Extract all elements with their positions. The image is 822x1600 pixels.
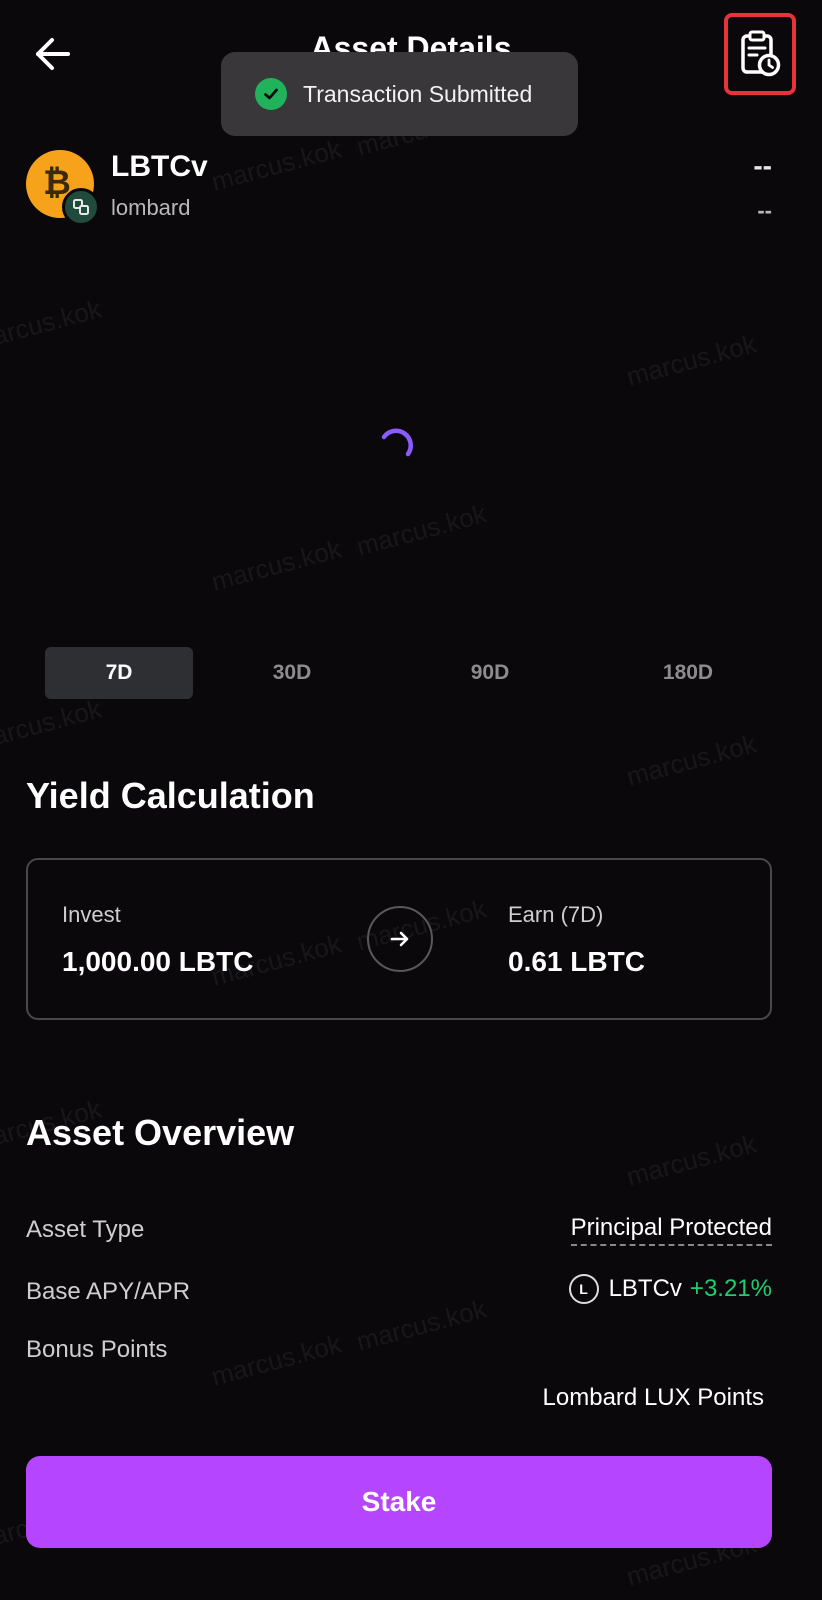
watermark: marcus.kok (208, 133, 345, 197)
watermark: marcus.kok (208, 1328, 345, 1392)
asset-change: -- (757, 198, 772, 223)
asset-type-value[interactable]: Principal Protected (570, 1214, 772, 1246)
tab-90d[interactable]: 90D (391, 647, 589, 699)
watermark: marcus.kok (353, 1293, 490, 1357)
tab-7d[interactable]: 7D (45, 647, 193, 699)
screen: marcus.kok marcus.kok marcus.kok marcus.… (0, 0, 822, 1600)
earn-value: 0.61 LBTC (508, 946, 645, 977)
asset-price: -- (753, 150, 772, 181)
bonus-points-value: Lombard LUX Points (542, 1384, 764, 1411)
base-apy-value: L LBTCv +3.21% (568, 1274, 772, 1304)
apy-token-name: LBTCv (608, 1275, 682, 1302)
period-tabs: 7D 30D 90D 180D (45, 647, 787, 699)
vault-badge-icon (62, 188, 100, 226)
base-apy-label: Base APY/APR (26, 1278, 191, 1305)
earn-label: Earn (7D) (508, 902, 604, 927)
asset-provider: lombard (111, 195, 191, 220)
yield-card: Invest 1,000.00 LBTC Earn (7D) 0.61 LBTC (26, 858, 772, 1020)
asset-type-label: Asset Type (26, 1216, 145, 1243)
bonus-points-label: Bonus Points (26, 1336, 168, 1363)
asset-overview-title: Asset Overview (26, 1112, 295, 1153)
transaction-history-button[interactable] (724, 13, 796, 95)
invest-value: 1,000.00 LBTC (62, 946, 254, 977)
watermark: marcus.kok (623, 1128, 760, 1192)
tab-180d[interactable]: 180D (589, 647, 787, 699)
back-button[interactable] (28, 30, 76, 78)
apy-percentage: +3.21% (689, 1275, 772, 1302)
toast-message: Transaction Submitted (303, 80, 533, 107)
asset-name: LBTCv (111, 150, 208, 183)
transaction-toast: Transaction Submitted (221, 52, 578, 136)
watermark: marcus.kok (0, 693, 105, 757)
stake-button[interactable]: Stake (26, 1456, 772, 1548)
arrow-left-icon (36, 38, 70, 70)
tab-30d[interactable]: 30D (193, 647, 391, 699)
lbtcv-token-icon: L (568, 1274, 599, 1304)
loading-spinner-icon (381, 428, 413, 457)
watermark: marcus.kok (623, 728, 760, 792)
check-circle-icon (255, 78, 287, 110)
transaction-history-icon (741, 30, 781, 77)
arrow-right-icon (367, 906, 433, 972)
invest-label: Invest (62, 902, 121, 927)
yield-calculation-title: Yield Calculation (26, 775, 315, 816)
